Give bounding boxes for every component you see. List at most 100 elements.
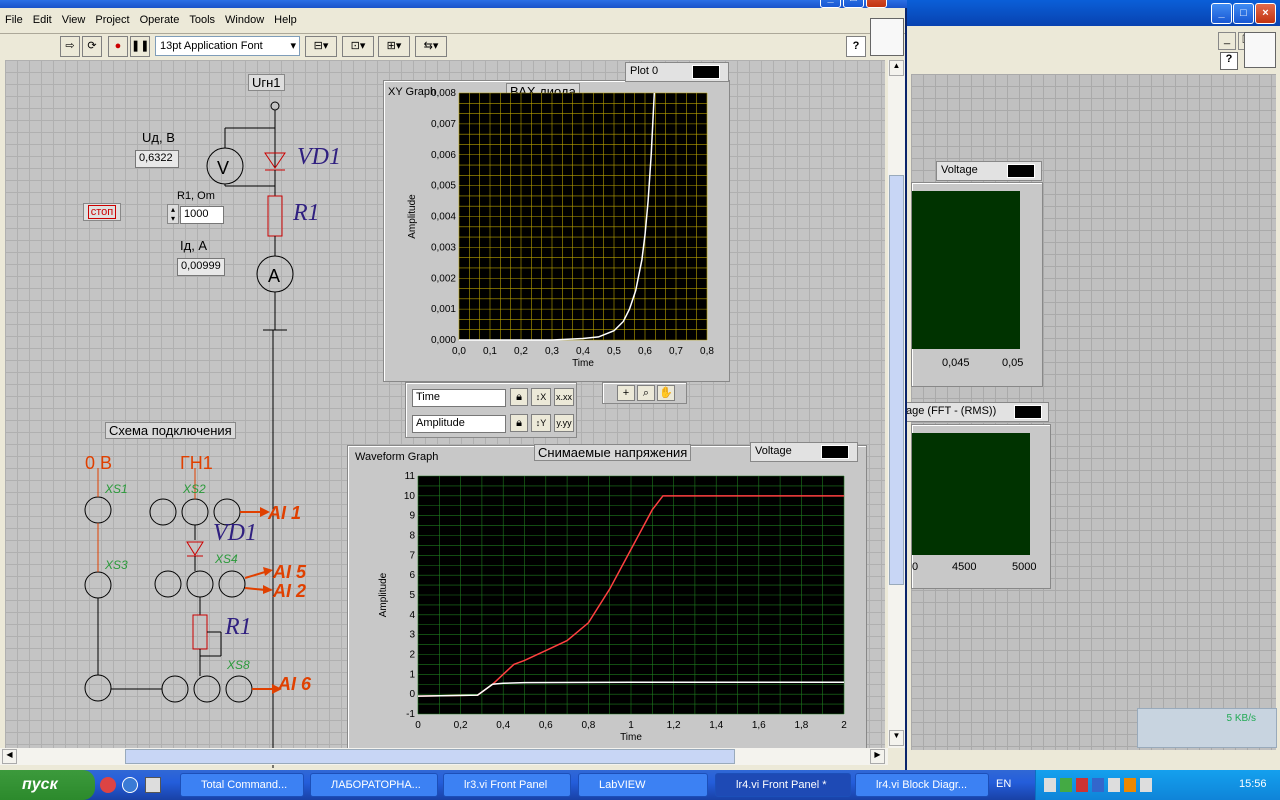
font-select[interactable]: 13pt Application Font ▾ — [155, 36, 300, 56]
y-tick-label: 0,002 — [431, 273, 456, 284]
format-y-icon[interactable]: y.yy — [554, 414, 574, 432]
distribute-icon[interactable]: ⊡▾ — [342, 36, 374, 57]
waveform-plot-legend[interactable]: Voltage — [750, 442, 858, 462]
title-buttons: _ □ × — [820, 0, 887, 8]
bluetooth-icon[interactable] — [1092, 778, 1104, 792]
stop-button[interactable]: стоп — [83, 203, 121, 221]
vertical-scrollbar[interactable]: ▲ ▼ — [888, 60, 905, 748]
task-lr4-block-diagram[interactable]: lr4.vi Block Diagr... — [855, 773, 989, 797]
xy-plot: 0,0 0,1 0,2 0,3 0,4 0,5 0,6 0,7 0,8 0,008 0,007 0,0… — [407, 88, 714, 369]
scroll-right-icon[interactable]: ▶ — [870, 749, 885, 764]
x-scale-name[interactable]: Time — [412, 389, 506, 407]
bg-tick: 0 — [912, 561, 919, 573]
r-input[interactable]: 1000 — [180, 206, 224, 224]
y-tick-label: 0,000 — [431, 335, 456, 346]
xs3-label: XS3 — [105, 558, 128, 572]
scroll-left-icon[interactable]: ◀ — [2, 749, 17, 764]
task-total-commander[interactable]: Total Command... — [180, 773, 304, 797]
x-tick-label: 0,2 — [454, 720, 468, 731]
maximize-icon[interactable]: □ — [843, 0, 864, 8]
waveform-plot: 0 0,2 0,4 0,6 0,8 1 1,2 1,4 1,6 1,8 21110987654321… — [378, 471, 847, 743]
schema-r1-label: R1 — [225, 614, 252, 640]
bg-title-bar: _ □ × — [906, 0, 1280, 26]
xs4-label: XS4 — [215, 552, 238, 566]
ie-icon[interactable] — [122, 777, 138, 793]
vd1-label: VD1 — [297, 144, 341, 170]
maximize-icon[interactable]: □ — [1233, 3, 1254, 24]
task-document[interactable]: ЛАБОРАТОРНА... — [310, 773, 438, 797]
y-scale-name[interactable]: Amplitude — [412, 415, 506, 433]
format-x-icon[interactable]: x.xx — [554, 388, 574, 406]
menu-project[interactable]: Project — [90, 12, 134, 28]
xs2-label: XS2 — [183, 482, 206, 496]
xy-plot-legend[interactable]: Plot 0 — [625, 62, 729, 82]
bg-tick: 0,045 — [942, 357, 970, 369]
desktop-icon[interactable] — [145, 777, 161, 793]
zoom-icon[interactable]: ⌕ — [637, 385, 655, 401]
r-label: R1, Om — [177, 190, 215, 202]
lock-icon[interactable]: 🔒︎ — [510, 388, 528, 406]
run-continuous-icon[interactable]: ⟳ — [82, 36, 102, 57]
scroll-down-icon[interactable]: ▼ — [889, 730, 904, 746]
task-labview[interactable]: LabVIEW — [578, 773, 708, 797]
lock-icon[interactable]: 🔒︎ — [510, 414, 528, 432]
y-tick-label: 0,007 — [431, 119, 456, 130]
close-icon[interactable]: × — [1255, 3, 1276, 24]
speaker-icon[interactable] — [1108, 778, 1120, 792]
menu-operate[interactable]: Operate — [135, 12, 185, 28]
network-icon[interactable] — [1060, 778, 1072, 792]
r-stepper[interactable]: ▴ ▾ — [167, 204, 179, 224]
scroll-thumb[interactable] — [125, 749, 735, 764]
align-icon[interactable]: ⊟▾ — [305, 36, 337, 57]
scroll-up-icon[interactable]: ▲ — [889, 60, 904, 76]
y-tick-label: 0,006 — [431, 150, 456, 161]
schema-vd1-label: VD1 — [213, 520, 257, 546]
y-tick-label: 6 — [409, 570, 415, 581]
bg-help-icon[interactable]: ? — [1220, 52, 1238, 70]
menu-file[interactable]: File — [0, 12, 28, 28]
y-tick-label: 9 — [409, 511, 415, 522]
pan-icon[interactable]: ✋ — [657, 385, 675, 401]
browser-icon[interactable] — [100, 777, 116, 793]
plot-legend-swatch — [1014, 405, 1042, 419]
bg-minimize-icon[interactable]: _ — [1218, 32, 1236, 50]
run-icon[interactable]: ⇨ — [60, 36, 80, 57]
close-icon[interactable]: × — [866, 0, 887, 8]
start-button[interactable]: пуск — [0, 770, 95, 800]
sync-icon[interactable] — [1124, 778, 1136, 792]
scroll-thumb[interactable] — [889, 175, 904, 585]
clock: 15:56 — [1239, 778, 1267, 790]
bg-tick: 0,05 — [1002, 357, 1024, 369]
y-tick-label: 0 — [409, 689, 415, 700]
battery-icon[interactable] — [1044, 778, 1056, 792]
vi-icon — [1244, 32, 1276, 68]
menu-tools[interactable]: Tools — [184, 12, 220, 28]
minimize-icon[interactable]: _ — [820, 0, 841, 8]
horizontal-scrollbar[interactable]: ◀ ▶ — [0, 748, 888, 765]
menu-view[interactable]: View — [57, 12, 91, 28]
y-axis-label: Amplitude — [378, 572, 389, 617]
scale-legend: Time 🔒︎ ↕X x.xx Amplitude 🔒︎ ↕Y y.yy — [405, 382, 577, 438]
resize-icon[interactable]: ⊞▾ — [378, 36, 410, 57]
pause-icon[interactable]: ❚❚ — [130, 36, 150, 57]
autoscale-y-icon[interactable]: ↕Y — [531, 414, 551, 432]
language-indicator[interactable]: EN — [996, 778, 1011, 790]
menu-window[interactable]: Window — [220, 12, 269, 28]
cursor-icon[interactable]: + — [617, 385, 635, 401]
minimize-icon[interactable]: _ — [1211, 3, 1232, 24]
task-lr4-front-panel[interactable]: lr4.vi Front Panel * — [715, 773, 851, 797]
autoscale-x-icon[interactable]: ↕X — [531, 388, 551, 406]
safely-remove-icon[interactable] — [1140, 778, 1152, 792]
source-label: Uгн1 — [248, 74, 285, 91]
divider — [0, 33, 905, 34]
task-lr3-front-panel[interactable]: lr3.vi Front Panel — [443, 773, 571, 797]
ai2-label: AI 2 — [273, 581, 307, 601]
reorder-icon[interactable]: ⇆▾ — [415, 36, 447, 57]
tray-icons — [1044, 778, 1214, 792]
x-tick-label: 0,6 — [638, 346, 652, 357]
menu-edit[interactable]: Edit — [28, 12, 57, 28]
abort-icon[interactable]: ● — [108, 36, 128, 57]
help-icon[interactable]: ? — [846, 36, 866, 57]
antivirus-icon[interactable] — [1076, 778, 1088, 792]
menu-help[interactable]: Help — [269, 12, 302, 28]
